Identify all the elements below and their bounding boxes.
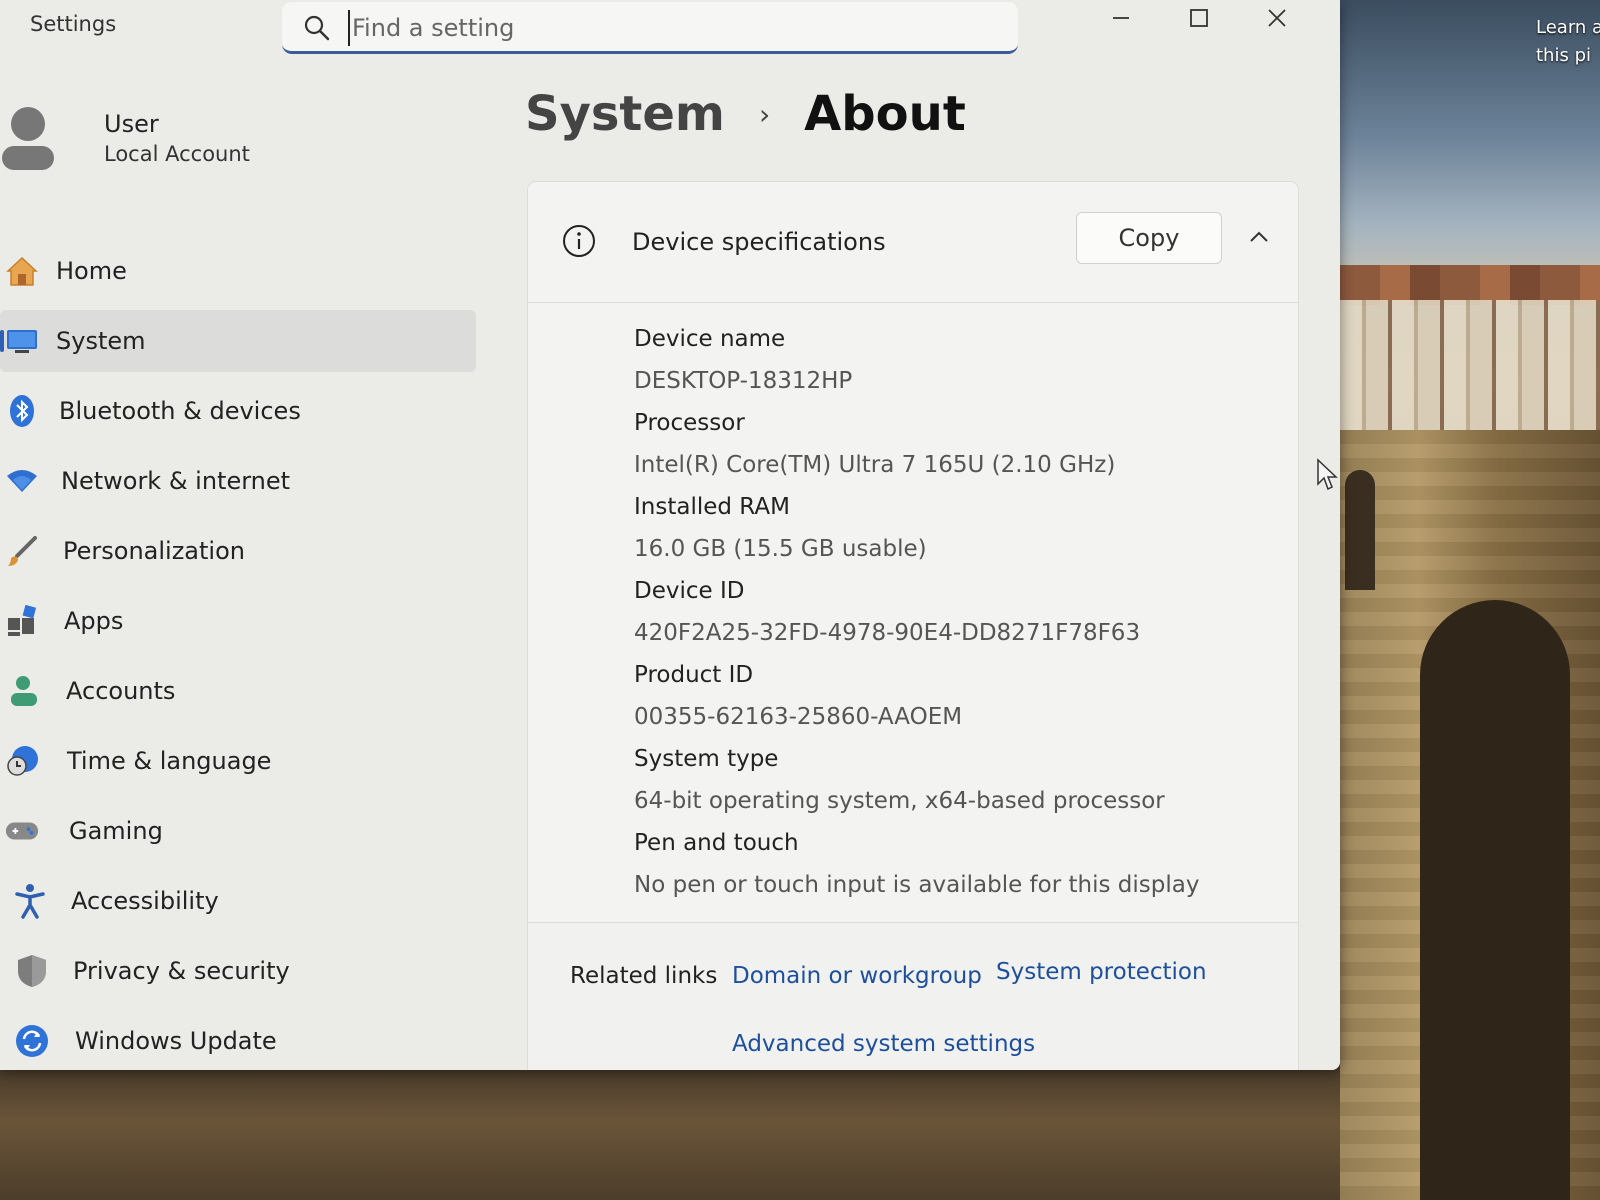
sidebar-item-accessibility[interactable]: Accessibility xyxy=(0,870,480,932)
sidebar-item-label: Bluetooth & devices xyxy=(59,397,301,425)
sidebar-item-home[interactable]: Home xyxy=(0,240,480,302)
sidebar-item-gaming[interactable]: Gaming xyxy=(0,800,480,862)
spec-value: Intel(R) Core(TM) Ultra 7 165U (2.10 GHz… xyxy=(634,452,1116,478)
spec-value: 64-bit operating system, x64-based proce… xyxy=(634,788,1165,814)
sidebar-item-system[interactable]: System xyxy=(0,310,476,372)
wallpaper-arch xyxy=(1420,600,1570,1200)
spec-label: Processor xyxy=(634,410,745,436)
sidebar-item-personalization[interactable]: Personalization xyxy=(0,520,480,582)
user-name: User xyxy=(104,110,159,138)
spec-label: Installed RAM xyxy=(634,494,790,520)
sidebar-item-label: Gaming xyxy=(69,817,163,845)
close-icon xyxy=(1268,9,1286,27)
apps-icon xyxy=(4,603,40,639)
monitor-icon xyxy=(4,323,40,359)
window-controls xyxy=(1082,0,1316,36)
system-protection-link[interactable]: System protection xyxy=(996,959,1207,985)
wallpaper-town xyxy=(1340,300,1600,430)
spec-value: 16.0 GB (15.5 GB usable) xyxy=(634,536,927,562)
home-icon xyxy=(4,253,40,289)
device-specifications-title: Device specifications xyxy=(632,228,886,256)
device-specifications-header[interactable]: Device specifications Copy xyxy=(528,182,1298,303)
sidebar-item-time-language[interactable]: Time & language xyxy=(0,730,480,792)
sidebar-item-bluetooth[interactable]: Bluetooth & devices xyxy=(0,380,480,442)
search-input[interactable] xyxy=(348,10,954,46)
spec-value: 420F2A25-32FD-4978-90E4-DD8271F78F63 xyxy=(634,620,1141,646)
sidebar-item-label: Accessibility xyxy=(71,887,219,915)
close-button[interactable] xyxy=(1238,0,1316,36)
spec-value: DESKTOP-18312HP xyxy=(634,368,853,394)
sidebar-item-label: Privacy & security xyxy=(73,957,290,985)
device-specifications-card: Device specifications Copy Device name D… xyxy=(528,182,1298,1070)
search-box[interactable] xyxy=(282,2,1018,54)
spec-label: Device name xyxy=(634,326,786,352)
learn-line-1: Learn a xyxy=(1536,17,1600,38)
mouse-pointer-icon xyxy=(1316,458,1340,496)
sidebar-item-privacy[interactable]: Privacy & security xyxy=(0,940,480,1002)
spec-value: 00355-62163-25860-AAOEM xyxy=(634,704,963,730)
spec-label: Pen and touch xyxy=(634,830,799,856)
sidebar-nav: Home System Bluetooth & devices Network … xyxy=(0,240,480,1070)
bluetooth-icon xyxy=(4,393,40,429)
spec-label: Product ID xyxy=(634,662,754,688)
avatar[interactable] xyxy=(0,104,60,170)
sidebar-item-accounts[interactable]: Accounts xyxy=(0,660,480,722)
spec-value: No pen or touch input is available for t… xyxy=(634,872,1200,898)
sidebar-item-label: Home xyxy=(56,257,127,285)
search-icon xyxy=(304,15,330,45)
spec-label: System type xyxy=(634,746,779,772)
sidebar-item-label: Time & language xyxy=(67,747,272,775)
accessibility-icon xyxy=(12,883,48,919)
related-links: Related links Domain or workgroup System… xyxy=(528,922,1298,1070)
paintbrush-icon xyxy=(4,533,40,569)
wallpaper-ground xyxy=(0,1070,1340,1200)
sidebar-item-label: Personalization xyxy=(63,537,245,565)
spec-label: Device ID xyxy=(634,578,745,604)
window-title: Settings xyxy=(30,12,117,36)
sidebar-item-windows-update[interactable]: Windows Update xyxy=(0,1010,480,1070)
maximize-button[interactable] xyxy=(1160,0,1238,36)
minimize-button[interactable] xyxy=(1082,0,1160,36)
chevron-up-icon[interactable] xyxy=(1248,226,1270,252)
related-links-label: Related links xyxy=(570,963,718,989)
sidebar-item-label: Windows Update xyxy=(75,1027,277,1055)
breadcrumb: System › About xyxy=(525,86,966,142)
spec-list: Device name DESKTOP-18312HP Processor In… xyxy=(634,318,1199,906)
wallpaper-learn-more[interactable]: Learn a this pi xyxy=(1536,14,1600,70)
maximize-icon xyxy=(1190,9,1208,27)
sidebar-item-label: Apps xyxy=(64,607,124,635)
shield-icon xyxy=(14,953,50,989)
domain-workgroup-link[interactable]: Domain or workgroup xyxy=(732,963,982,989)
wallpaper-arch-small xyxy=(1345,470,1375,590)
wallpaper-roofs xyxy=(1340,265,1600,305)
sidebar-item-apps[interactable]: Apps xyxy=(0,590,480,652)
page-title: About xyxy=(804,86,966,142)
update-icon xyxy=(14,1023,50,1059)
person-icon xyxy=(4,673,40,709)
sidebar-item-label: Accounts xyxy=(66,677,176,705)
learn-line-2: this pi xyxy=(1536,45,1591,66)
gamepad-icon xyxy=(4,813,40,849)
minimize-icon xyxy=(1113,17,1129,19)
wifi-icon xyxy=(4,463,40,499)
sidebar-item-network[interactable]: Network & internet xyxy=(0,450,480,512)
info-icon xyxy=(562,224,596,262)
breadcrumb-system[interactable]: System xyxy=(525,86,725,142)
advanced-system-settings-link[interactable]: Advanced system settings xyxy=(732,1031,1035,1057)
copy-button[interactable]: Copy xyxy=(1076,212,1222,264)
settings-window: Settings User Local Account Home xyxy=(0,0,1340,1070)
sidebar-item-label: System xyxy=(56,327,146,355)
sidebar-item-label: Network & internet xyxy=(61,467,291,495)
globe-clock-icon xyxy=(4,743,40,779)
user-account-type: Local Account xyxy=(104,142,250,166)
chevron-right-icon: › xyxy=(758,97,771,131)
